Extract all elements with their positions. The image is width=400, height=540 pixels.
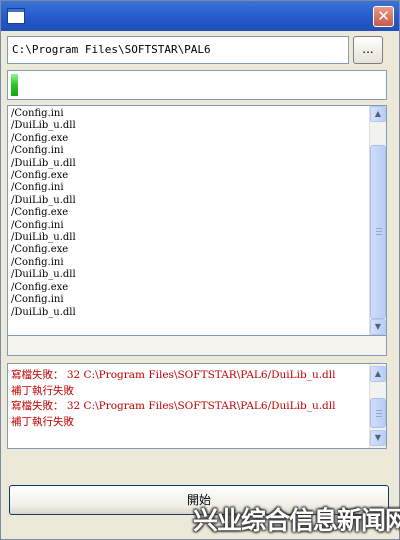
file-list-item: /DuiLib_u.dll: [11, 194, 76, 206]
scroll-down-button[interactable]: ▼: [370, 319, 386, 335]
patcher-window: ✕ C:\Program Files\SOFTSTAR\PAL6 ... /Co…: [0, 0, 400, 540]
progress-bar: [7, 70, 387, 100]
file-list-item: /DuiLib_u.dll: [11, 157, 76, 169]
chevron-down-icon: ▼: [374, 433, 382, 442]
file-list-item: /Config.ini: [11, 108, 64, 119]
progress-fill: [11, 74, 18, 96]
file-list-item: /DuiLib_u.dll: [11, 269, 76, 281]
log-scroll-up-button[interactable]: ▲: [370, 366, 386, 382]
log-line: 補丁執行失敗: [11, 415, 74, 428]
log-scroll-thumb[interactable]: [370, 398, 386, 428]
file-list-item: /Config.exe: [11, 132, 69, 144]
close-button[interactable]: ✕: [373, 6, 394, 27]
log-line: 寫檔失敗： 32 C:\Program Files\SOFTSTAR\PAL6/…: [11, 369, 336, 381]
error-log[interactable]: 寫檔失敗： 32 C:\Program Files\SOFTSTAR\PAL6/…: [7, 363, 387, 449]
chevron-up-icon: ▲: [374, 109, 382, 118]
file-list-hscroll: [7, 336, 387, 356]
file-list-item: /Config.ini: [11, 182, 64, 194]
log-line: 補丁執行失敗: [11, 384, 74, 397]
file-list-vscrollbar[interactable]: ▲ ▼: [369, 106, 386, 335]
install-path-input[interactable]: C:\Program Files\SOFTSTAR\PAL6: [7, 36, 349, 64]
log-line: 寫檔失敗： 32 C:\Program Files\SOFTSTAR\PAL6/…: [11, 400, 336, 412]
browse-button[interactable]: ...: [353, 36, 383, 64]
file-list[interactable]: /Config.ini/DuiLib_u.dll/Config.exe/Conf…: [7, 105, 387, 336]
chevron-up-icon: ▲: [374, 369, 382, 378]
file-list-item: /Config.ini: [11, 294, 64, 306]
file-list-item: /Config.exe: [11, 281, 69, 293]
file-list-item: /Config.ini: [11, 256, 64, 268]
file-list-items: /Config.ini/DuiLib_u.dll/Config.exe/Conf…: [11, 108, 76, 319]
watermark-text: 兴业综合信息新闻网: [193, 506, 400, 535]
log-scroll-down-button[interactable]: ▼: [370, 430, 386, 446]
window-icon: [7, 8, 25, 24]
error-log-vscrollbar[interactable]: ▲ ▼: [369, 364, 386, 448]
title-bar[interactable]: ✕: [1, 1, 399, 31]
file-list-item: /Config.ini: [11, 219, 64, 231]
file-list-item: /Config.ini: [11, 145, 64, 157]
file-list-item: /DuiLib_u.dll: [11, 232, 76, 244]
error-log-lines: 寫檔失敗： 32 C:\Program Files\SOFTSTAR\PAL6/…: [11, 368, 335, 430]
scroll-thumb[interactable]: [370, 145, 386, 319]
file-list-item: /Config.exe: [11, 207, 69, 219]
file-list-item: /DuiLib_u.dll: [11, 306, 76, 318]
close-icon: ✕: [377, 7, 390, 25]
chevron-down-icon: ▼: [374, 322, 382, 331]
file-list-item: /DuiLib_u.dll: [11, 120, 76, 132]
file-list-item: /Config.exe: [11, 170, 69, 182]
file-list-item: /Config.exe: [11, 244, 69, 256]
scroll-up-button[interactable]: ▲: [370, 106, 386, 122]
